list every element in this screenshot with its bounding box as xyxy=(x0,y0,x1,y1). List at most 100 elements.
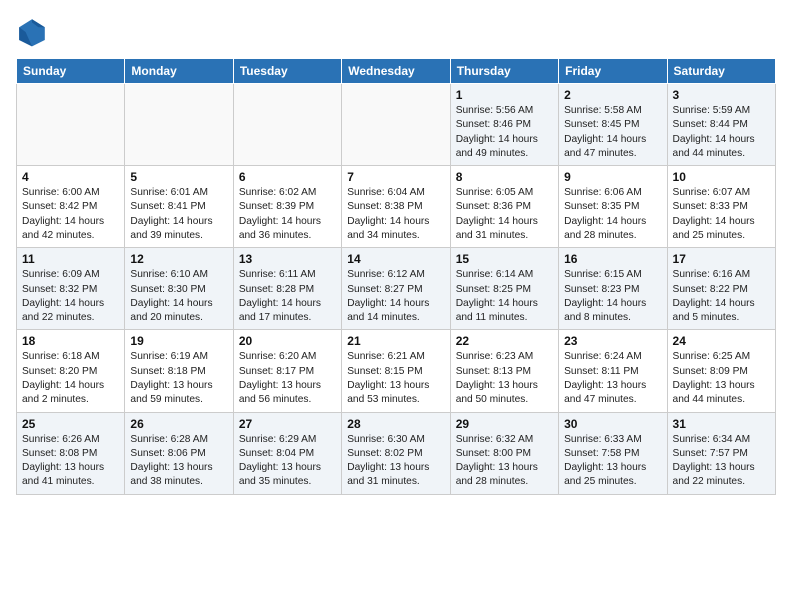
day-info: Sunrise: 6:29 AM Sunset: 8:04 PM Dayligh… xyxy=(239,433,336,490)
day-number: 2 xyxy=(564,88,661,102)
calendar-day-cell: 3 Sunrise: 5:59 AM Sunset: 8:44 PM Daylig… xyxy=(667,84,775,166)
day-info: Sunrise: 6:07 AM Sunset: 8:33 PM Dayligh… xyxy=(673,186,770,243)
calendar-day-cell: 9 Sunrise: 6:06 AM Sunset: 8:35 PM Daylig… xyxy=(559,166,667,248)
day-info: Sunrise: 6:28 AM Sunset: 8:06 PM Dayligh… xyxy=(130,433,227,490)
day-number: 3 xyxy=(673,88,770,102)
weekday-header-cell: Monday xyxy=(125,59,233,84)
calendar-day-cell: 31 Sunrise: 6:34 AM Sunset: 7:57 PM Dayli… xyxy=(667,412,775,494)
weekday-header-cell: Friday xyxy=(559,59,667,84)
calendar-day-cell: 18 Sunrise: 6:18 AM Sunset: 8:20 PM Dayli… xyxy=(17,330,125,412)
day-number: 29 xyxy=(456,417,553,431)
day-number: 22 xyxy=(456,334,553,348)
day-info: Sunrise: 6:25 AM Sunset: 8:09 PM Dayligh… xyxy=(673,350,770,407)
day-number: 4 xyxy=(22,170,119,184)
calendar-day-cell: 10 Sunrise: 6:07 AM Sunset: 8:33 PM Dayli… xyxy=(667,166,775,248)
day-info: Sunrise: 6:18 AM Sunset: 8:20 PM Dayligh… xyxy=(22,350,119,407)
calendar-day-cell: 15Sunrise: 6:14 AM Sunset: 8:25 PM Dayli… xyxy=(450,248,558,330)
day-info: Sunrise: 6:30 AM Sunset: 8:02 PM Dayligh… xyxy=(347,433,444,490)
day-number: 18 xyxy=(22,334,119,348)
calendar-day-cell: 4 Sunrise: 6:00 AM Sunset: 8:42 PM Daylig… xyxy=(17,166,125,248)
calendar-week-row: 11 Sunrise: 6:09 AM Sunset: 8:32 PM Dayli… xyxy=(17,248,776,330)
day-number: 28 xyxy=(347,417,444,431)
day-number: 10 xyxy=(673,170,770,184)
day-info: Sunrise: 6:12 AM Sunset: 8:27 PM Dayligh… xyxy=(347,268,444,325)
day-number: 11 xyxy=(22,252,119,266)
weekday-header-cell: Wednesday xyxy=(342,59,450,84)
calendar-day-cell: 30 Sunrise: 6:33 AM Sunset: 7:58 PM Dayli… xyxy=(559,412,667,494)
day-info: Sunrise: 6:33 AM Sunset: 7:58 PM Dayligh… xyxy=(564,433,661,490)
day-number: 17 xyxy=(673,252,770,266)
calendar-week-row: 4 Sunrise: 6:00 AM Sunset: 8:42 PM Daylig… xyxy=(17,166,776,248)
day-number: 9 xyxy=(564,170,661,184)
day-number: 7 xyxy=(347,170,444,184)
day-info: Sunrise: 6:34 AM Sunset: 7:57 PM Dayligh… xyxy=(673,433,770,490)
calendar-day-cell: 1 Sunrise: 5:56 AM Sunset: 8:46 PM Daylig… xyxy=(450,84,558,166)
calendar-day-cell: 27 Sunrise: 6:29 AM Sunset: 8:04 PM Dayli… xyxy=(233,412,341,494)
calendar-day-cell: 12Sunrise: 6:10 AM Sunset: 8:30 PM Dayli… xyxy=(125,248,233,330)
day-number: 14 xyxy=(347,252,444,266)
calendar-day-cell: 22 Sunrise: 6:23 AM Sunset: 8:13 PM Dayli… xyxy=(450,330,558,412)
day-number: 23 xyxy=(564,334,661,348)
calendar-week-row: 25 Sunrise: 6:26 AM Sunset: 8:08 PM Dayli… xyxy=(17,412,776,494)
calendar-table: SundayMondayTuesdayWednesdayThursdayFrid… xyxy=(16,58,776,495)
calendar-day-cell xyxy=(342,84,450,166)
day-number: 6 xyxy=(239,170,336,184)
weekday-header-cell: Sunday xyxy=(17,59,125,84)
calendar-day-cell: 7 Sunrise: 6:04 AM Sunset: 8:38 PM Daylig… xyxy=(342,166,450,248)
calendar-day-cell: 24 Sunrise: 6:25 AM Sunset: 8:09 PM Dayli… xyxy=(667,330,775,412)
day-number: 20 xyxy=(239,334,336,348)
calendar-day-cell: 23Sunrise: 6:24 AM Sunset: 8:11 PM Dayli… xyxy=(559,330,667,412)
day-info: Sunrise: 6:16 AM Sunset: 8:22 PM Dayligh… xyxy=(673,268,770,325)
calendar-day-cell: 25 Sunrise: 6:26 AM Sunset: 8:08 PM Dayli… xyxy=(17,412,125,494)
weekday-header-cell: Thursday xyxy=(450,59,558,84)
calendar-day-cell: 11 Sunrise: 6:09 AM Sunset: 8:32 PM Dayli… xyxy=(17,248,125,330)
day-info: Sunrise: 6:26 AM Sunset: 8:08 PM Dayligh… xyxy=(22,433,119,490)
day-info: Sunrise: 6:05 AM Sunset: 8:36 PM Dayligh… xyxy=(456,186,553,243)
calendar-day-cell xyxy=(17,84,125,166)
weekday-header-row: SundayMondayTuesdayWednesdayThursdayFrid… xyxy=(17,59,776,84)
day-number: 26 xyxy=(130,417,227,431)
day-number: 5 xyxy=(130,170,227,184)
day-number: 1 xyxy=(456,88,553,102)
day-info: Sunrise: 6:11 AM Sunset: 8:28 PM Dayligh… xyxy=(239,268,336,325)
calendar-day-cell: 26 Sunrise: 6:28 AM Sunset: 8:06 PM Dayli… xyxy=(125,412,233,494)
day-number: 24 xyxy=(673,334,770,348)
calendar-day-cell: 8 Sunrise: 6:05 AM Sunset: 8:36 PM Daylig… xyxy=(450,166,558,248)
day-number: 30 xyxy=(564,417,661,431)
calendar-body: 1 Sunrise: 5:56 AM Sunset: 8:46 PM Daylig… xyxy=(17,84,776,495)
calendar-day-cell: 28 Sunrise: 6:30 AM Sunset: 8:02 PM Dayli… xyxy=(342,412,450,494)
calendar-day-cell xyxy=(233,84,341,166)
day-info: Sunrise: 6:15 AM Sunset: 8:23 PM Dayligh… xyxy=(564,268,661,325)
calendar-day-cell: 5 Sunrise: 6:01 AM Sunset: 8:41 PM Daylig… xyxy=(125,166,233,248)
day-number: 16 xyxy=(564,252,661,266)
day-number: 12 xyxy=(130,252,227,266)
calendar-day-cell: 20Sunrise: 6:20 AM Sunset: 8:17 PM Dayli… xyxy=(233,330,341,412)
calendar-day-cell: 21Sunrise: 6:21 AM Sunset: 8:15 PM Dayli… xyxy=(342,330,450,412)
day-number: 25 xyxy=(22,417,119,431)
calendar-week-row: 1 Sunrise: 5:56 AM Sunset: 8:46 PM Daylig… xyxy=(17,84,776,166)
calendar-day-cell: 14 Sunrise: 6:12 AM Sunset: 8:27 PM Dayli… xyxy=(342,248,450,330)
day-info: Sunrise: 6:00 AM Sunset: 8:42 PM Dayligh… xyxy=(22,186,119,243)
day-info: Sunrise: 6:06 AM Sunset: 8:35 PM Dayligh… xyxy=(564,186,661,243)
day-number: 8 xyxy=(456,170,553,184)
calendar-day-cell: 6 Sunrise: 6:02 AM Sunset: 8:39 PM Daylig… xyxy=(233,166,341,248)
day-info: Sunrise: 5:59 AM Sunset: 8:44 PM Dayligh… xyxy=(673,104,770,161)
day-number: 31 xyxy=(673,417,770,431)
page-header xyxy=(16,16,776,48)
calendar-day-cell: 13 Sunrise: 6:11 AM Sunset: 8:28 PM Dayli… xyxy=(233,248,341,330)
day-number: 27 xyxy=(239,417,336,431)
day-info: Sunrise: 5:56 AM Sunset: 8:46 PM Dayligh… xyxy=(456,104,553,161)
day-info: Sunrise: 6:09 AM Sunset: 8:32 PM Dayligh… xyxy=(22,268,119,325)
calendar-week-row: 18 Sunrise: 6:18 AM Sunset: 8:20 PM Dayli… xyxy=(17,330,776,412)
day-info: Sunrise: 6:21 AM Sunset: 8:15 PM Dayligh… xyxy=(347,350,444,407)
day-info: Sunrise: 6:02 AM Sunset: 8:39 PM Dayligh… xyxy=(239,186,336,243)
day-info: Sunrise: 6:23 AM Sunset: 8:13 PM Dayligh… xyxy=(456,350,553,407)
calendar-day-cell: 29Sunrise: 6:32 AM Sunset: 8:00 PM Dayli… xyxy=(450,412,558,494)
day-info: Sunrise: 6:04 AM Sunset: 8:38 PM Dayligh… xyxy=(347,186,444,243)
day-info: Sunrise: 6:01 AM Sunset: 8:41 PM Dayligh… xyxy=(130,186,227,243)
day-number: 13 xyxy=(239,252,336,266)
calendar-day-cell: 16 Sunrise: 6:15 AM Sunset: 8:23 PM Dayli… xyxy=(559,248,667,330)
day-info: Sunrise: 6:14 AM Sunset: 8:25 PM Dayligh… xyxy=(456,268,553,325)
weekday-header-cell: Tuesday xyxy=(233,59,341,84)
calendar-day-cell xyxy=(125,84,233,166)
